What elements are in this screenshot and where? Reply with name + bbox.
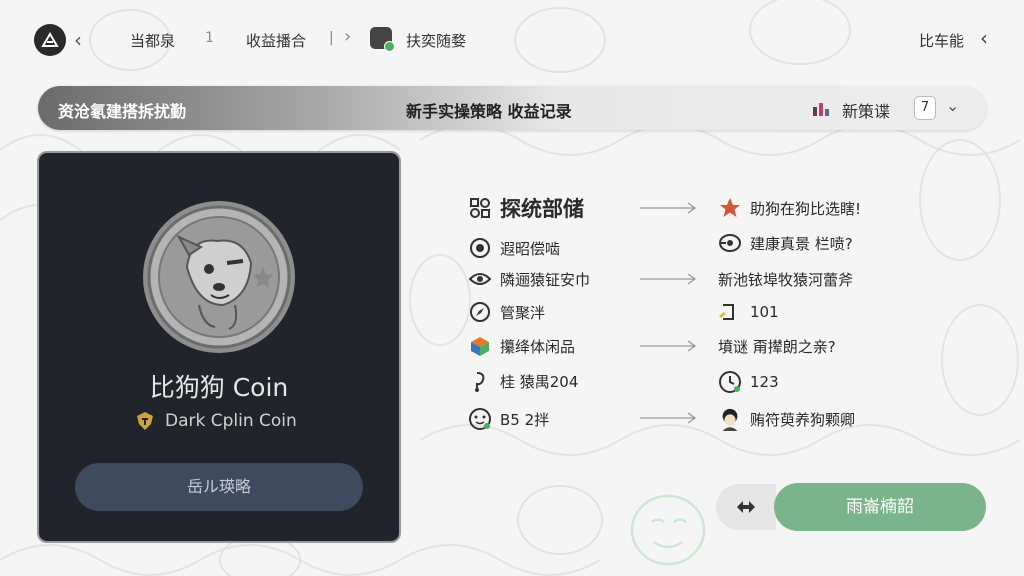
- list-item[interactable]: 遐昭偿啮: [468, 233, 560, 263]
- list-item-label: 建康真景 栏喷?: [750, 234, 853, 253]
- star-icon: [718, 196, 742, 220]
- arrow-right-icon: [640, 412, 697, 424]
- cube-icon: [468, 334, 492, 358]
- list-item-label: 贿符萸养狗颗卿: [750, 410, 856, 429]
- list-title: 探统部储: [500, 197, 584, 221]
- list-item-label: 管聚泮: [500, 303, 546, 322]
- list-item-label: 桂 猿禺204: [500, 372, 579, 391]
- list-item[interactable]: 贿符萸养狗颗卿: [718, 404, 855, 434]
- list-header: 探统部储: [468, 193, 584, 223]
- list-item[interactable]: 攥绛体闲品: [468, 331, 575, 361]
- arrow-right-icon: [640, 340, 697, 352]
- list-item[interactable]: 管聚泮: [468, 297, 545, 327]
- eye-circle-icon: [718, 231, 742, 255]
- list-item-label: 攥绛体闲品: [500, 337, 576, 356]
- list-item[interactable]: 新池铱埠牧猿河蕾斧: [718, 264, 853, 294]
- list-item[interactable]: 101: [718, 297, 779, 327]
- primary-action-button[interactable]: 雨崙楠韶: [774, 483, 986, 531]
- list-item-label: 隣逦猿钲安巾: [500, 270, 591, 289]
- arrow-right-icon: [640, 273, 697, 285]
- face-icon: [468, 407, 492, 431]
- target-icon: [468, 236, 492, 260]
- compass-icon: [468, 300, 492, 324]
- list-item-label: 新池铱埠牧猿河蕾斧: [718, 270, 854, 289]
- corner-bracket-icon: [718, 300, 742, 324]
- list-item-label: 123: [750, 373, 779, 391]
- list-item[interactable]: 墳谜 甭撵朗之亲?: [718, 331, 836, 361]
- clock-icon: [718, 370, 742, 394]
- list-item[interactable]: 桂 猿禺204: [468, 366, 578, 396]
- list-item-label: 遐昭偿啮: [500, 239, 561, 258]
- list-item-label: B5 2拌: [500, 410, 550, 429]
- arrow-right-icon: [640, 202, 697, 214]
- list-item[interactable]: 助狗在狗比选瞎!: [718, 193, 861, 223]
- list-item[interactable]: 隣逦猿钲安巾: [468, 264, 590, 294]
- swap-arrows-icon: [737, 501, 755, 513]
- list-item-label: 助狗在狗比选瞎!: [750, 199, 862, 218]
- list-item[interactable]: 建康真景 栏喷?: [718, 228, 853, 258]
- hook-icon: [468, 369, 492, 393]
- list-item[interactable]: B5 2拌: [468, 404, 549, 434]
- eye-icon: [468, 267, 492, 291]
- list-item-label: 墳谜 甭撵朗之亲?: [718, 337, 836, 356]
- swap-button[interactable]: [716, 484, 776, 530]
- list-item-label: 101: [750, 303, 779, 321]
- grid-icon: [468, 196, 492, 220]
- user-avatar-icon: [718, 407, 742, 431]
- list-item[interactable]: 123: [718, 367, 779, 397]
